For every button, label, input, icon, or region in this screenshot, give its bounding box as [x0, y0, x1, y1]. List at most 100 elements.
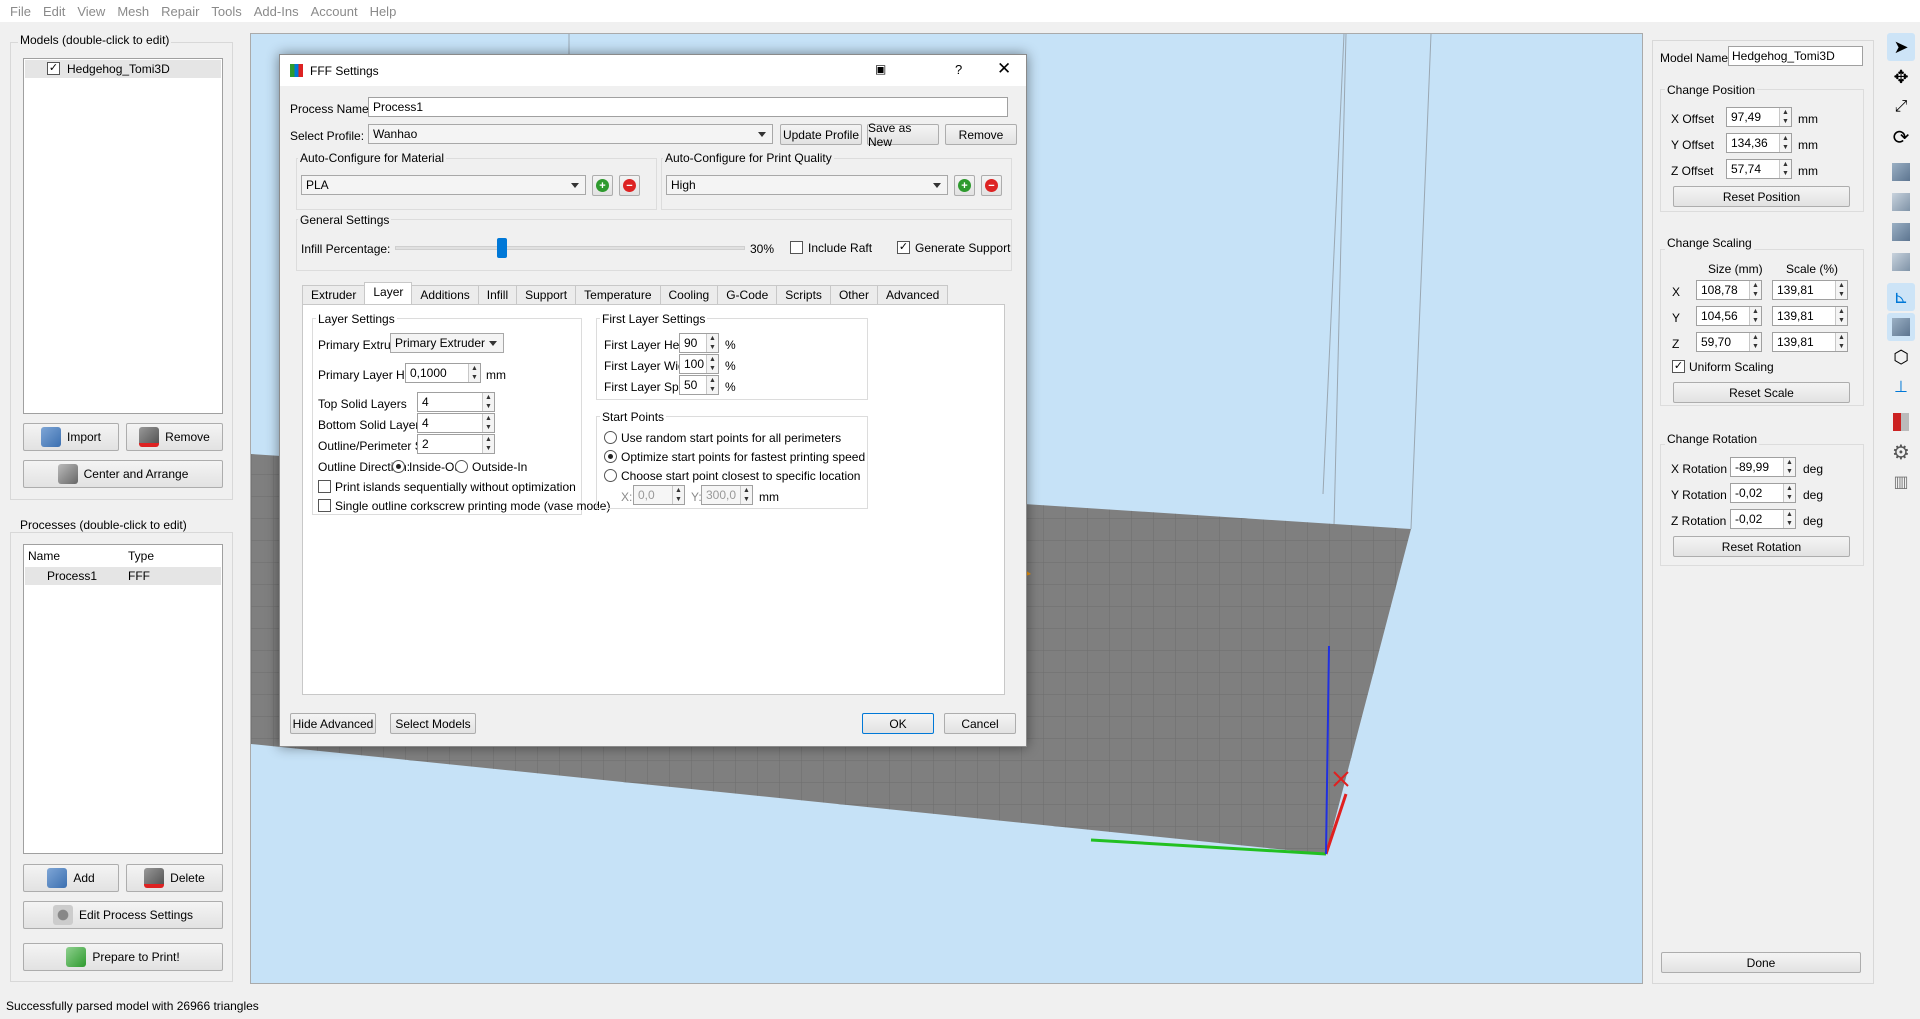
spin-arrows-icon[interactable]: ▲ ▼ — [1749, 333, 1761, 351]
spin-arrows-icon[interactable]: ▲ ▼ — [482, 393, 494, 411]
spin-arrows-icon[interactable]: ▲ ▼ — [1783, 458, 1795, 476]
uniform-scaling-checkbox[interactable]: ✓ — [1672, 360, 1685, 373]
outline-shells-input[interactable]: 2 ▲ ▼ — [417, 434, 495, 454]
remove-material-button[interactable]: − — [619, 175, 640, 196]
remove-model-button[interactable]: Remove — [126, 423, 223, 451]
menu-file[interactable]: File — [4, 4, 37, 19]
spin-arrows-icon[interactable]: ▲ ▼ — [1749, 281, 1761, 299]
reset-scale-button[interactable]: Reset Scale — [1673, 382, 1850, 403]
menu-tools[interactable]: Tools — [205, 4, 247, 19]
layers-icon[interactable]: ▥ — [1887, 468, 1915, 496]
spin-arrows-icon[interactable]: ▲ ▼ — [706, 334, 718, 352]
screenshot-icon[interactable]: ▣ — [875, 62, 886, 76]
closest-start-radio[interactable] — [604, 469, 617, 482]
menu-add-ins[interactable]: Add-Ins — [248, 4, 305, 19]
menu-account[interactable]: Account — [305, 4, 364, 19]
cross-section-icon[interactable] — [1887, 408, 1915, 436]
gear-icon[interactable]: ⚙ — [1887, 438, 1915, 466]
spin-arrows-icon[interactable]: ▲ ▼ — [706, 376, 718, 394]
select-tool-icon[interactable]: ➤ — [1887, 33, 1915, 61]
close-icon[interactable]: ✕ — [997, 59, 1011, 79]
process-name-input[interactable]: Process1 — [368, 97, 1008, 117]
bed-view-icon[interactable]: ⊥ — [1887, 373, 1915, 401]
top-solid-layers-input[interactable]: 4 ▲ ▼ — [417, 392, 495, 412]
view-side-icon[interactable] — [1887, 248, 1915, 276]
table-row[interactable]: Process1 FFF — [25, 567, 221, 585]
ok-button[interactable]: OK — [862, 713, 934, 734]
spin-arrows-icon[interactable]: ▲ ▼ — [706, 355, 718, 373]
z-offset-input[interactable]: 57,74 ▲ ▼ — [1726, 159, 1792, 179]
column-header-type[interactable]: Type — [128, 549, 154, 563]
add-quality-button[interactable]: + — [954, 175, 975, 196]
update-profile-button[interactable]: Update Profile — [780, 124, 862, 145]
y-offset-input[interactable]: 134,36 ▲ ▼ — [1726, 133, 1792, 153]
spin-arrows-icon[interactable]: ▲ ▼ — [1835, 333, 1847, 351]
spin-arrows-icon[interactable]: ▲ ▼ — [740, 486, 752, 504]
infill-slider-handle[interactable] — [497, 238, 508, 258]
import-button[interactable]: Import — [23, 423, 119, 451]
scale-x-input[interactable]: 139,81 ▲ ▼ — [1772, 280, 1848, 300]
spin-arrows-icon[interactable]: ▲ ▼ — [1835, 281, 1847, 299]
move-tool-icon[interactable]: ✥ — [1887, 63, 1915, 91]
tab-scripts[interactable]: Scripts — [776, 285, 831, 305]
scale-tool-icon[interactable]: ⤢ — [1887, 93, 1915, 121]
menu-view[interactable]: View — [71, 4, 111, 19]
vase-mode-checkbox[interactable] — [318, 499, 331, 512]
view-front-icon[interactable] — [1887, 188, 1915, 216]
menu-edit[interactable]: Edit — [37, 4, 71, 19]
size-z-input[interactable]: 59,70 ▲ ▼ — [1696, 332, 1762, 352]
remove-quality-button[interactable]: − — [981, 175, 1002, 196]
done-button[interactable]: Done — [1661, 952, 1861, 973]
prepare-to-print-button[interactable]: Prepare to Print! — [23, 943, 223, 971]
tab-cooling[interactable]: Cooling — [659, 285, 719, 305]
select-models-button[interactable]: Select Models — [390, 713, 476, 734]
processes-table[interactable]: Name Type Process1 FFF — [23, 544, 223, 854]
first-layer-speed-input[interactable]: 50 ▲ ▼ — [679, 375, 719, 395]
spin-arrows-icon[interactable]: ▲ ▼ — [1783, 510, 1795, 528]
add-material-button[interactable]: + — [592, 175, 613, 196]
reset-rotation-button[interactable]: Reset Rotation — [1673, 536, 1850, 557]
spin-arrows-icon[interactable]: ▲ ▼ — [1749, 307, 1761, 325]
menu-help[interactable]: Help — [364, 4, 403, 19]
profile-select[interactable]: Wanhao — [368, 124, 773, 144]
model-checkbox[interactable]: ✓ — [47, 62, 60, 75]
spin-arrows-icon[interactable]: ▲ ▼ — [1783, 484, 1795, 502]
y-rotation-input[interactable]: -0,02 ▲ ▼ — [1730, 483, 1796, 503]
solid-view-icon[interactable] — [1887, 313, 1915, 341]
models-list[interactable]: ✓ Hedgehog_Tomi3D — [23, 58, 223, 414]
primary-layer-height-input[interactable]: 0,1000 ▲ ▼ — [405, 363, 481, 383]
axes-icon[interactable]: ⊾ — [1887, 283, 1915, 311]
spin-arrows-icon[interactable]: ▲ ▼ — [468, 364, 480, 382]
cancel-button[interactable]: Cancel — [944, 713, 1016, 734]
first-layer-height-input[interactable]: 90 ▲ ▼ — [679, 333, 719, 353]
include-raft-checkbox[interactable] — [790, 241, 803, 254]
model-name-input[interactable]: Hedgehog_Tomi3D — [1728, 46, 1863, 66]
start-x-input[interactable]: 0,0 ▲ ▼ — [633, 485, 685, 505]
view-top-icon[interactable] — [1887, 218, 1915, 246]
edit-process-settings-button[interactable]: Edit Process Settings — [23, 901, 223, 929]
generate-support-checkbox[interactable]: ✓ — [897, 241, 910, 254]
spin-arrows-icon[interactable]: ▲ ▼ — [482, 414, 494, 432]
tab-support[interactable]: Support — [516, 285, 577, 305]
add-process-button[interactable]: Add — [23, 864, 119, 892]
spin-arrows-icon[interactable]: ▲ ▼ — [1835, 307, 1847, 325]
spin-arrows-icon[interactable]: ▲ ▼ — [1779, 134, 1791, 152]
tab-other[interactable]: Other — [829, 285, 878, 305]
first-layer-width-input[interactable]: 100 ▲ ▼ — [679, 354, 719, 374]
start-y-input[interactable]: 300,0 ▲ ▼ — [701, 485, 753, 505]
delete-process-button[interactable]: Delete — [126, 864, 223, 892]
optimize-start-radio[interactable] — [604, 450, 617, 463]
list-item[interactable]: ✓ Hedgehog_Tomi3D — [25, 60, 221, 78]
spin-arrows-icon[interactable]: ▲ ▼ — [1779, 108, 1791, 126]
spin-arrows-icon[interactable]: ▲ ▼ — [1779, 160, 1791, 178]
save-as-new-button[interactable]: Save as New — [867, 121, 939, 149]
view-iso-icon[interactable] — [1887, 158, 1915, 186]
tab-layer[interactable]: Layer — [364, 282, 413, 305]
tab-temperature[interactable]: Temperature — [575, 285, 661, 305]
tab-extruder[interactable]: Extruder — [302, 285, 366, 305]
size-x-input[interactable]: 108,78 ▲ ▼ — [1696, 280, 1762, 300]
help-icon[interactable]: ? — [955, 62, 962, 77]
scale-z-input[interactable]: 139,81 ▲ ▼ — [1772, 332, 1848, 352]
tab-infill[interactable]: Infill — [477, 285, 518, 305]
print-islands-checkbox[interactable] — [318, 480, 331, 493]
